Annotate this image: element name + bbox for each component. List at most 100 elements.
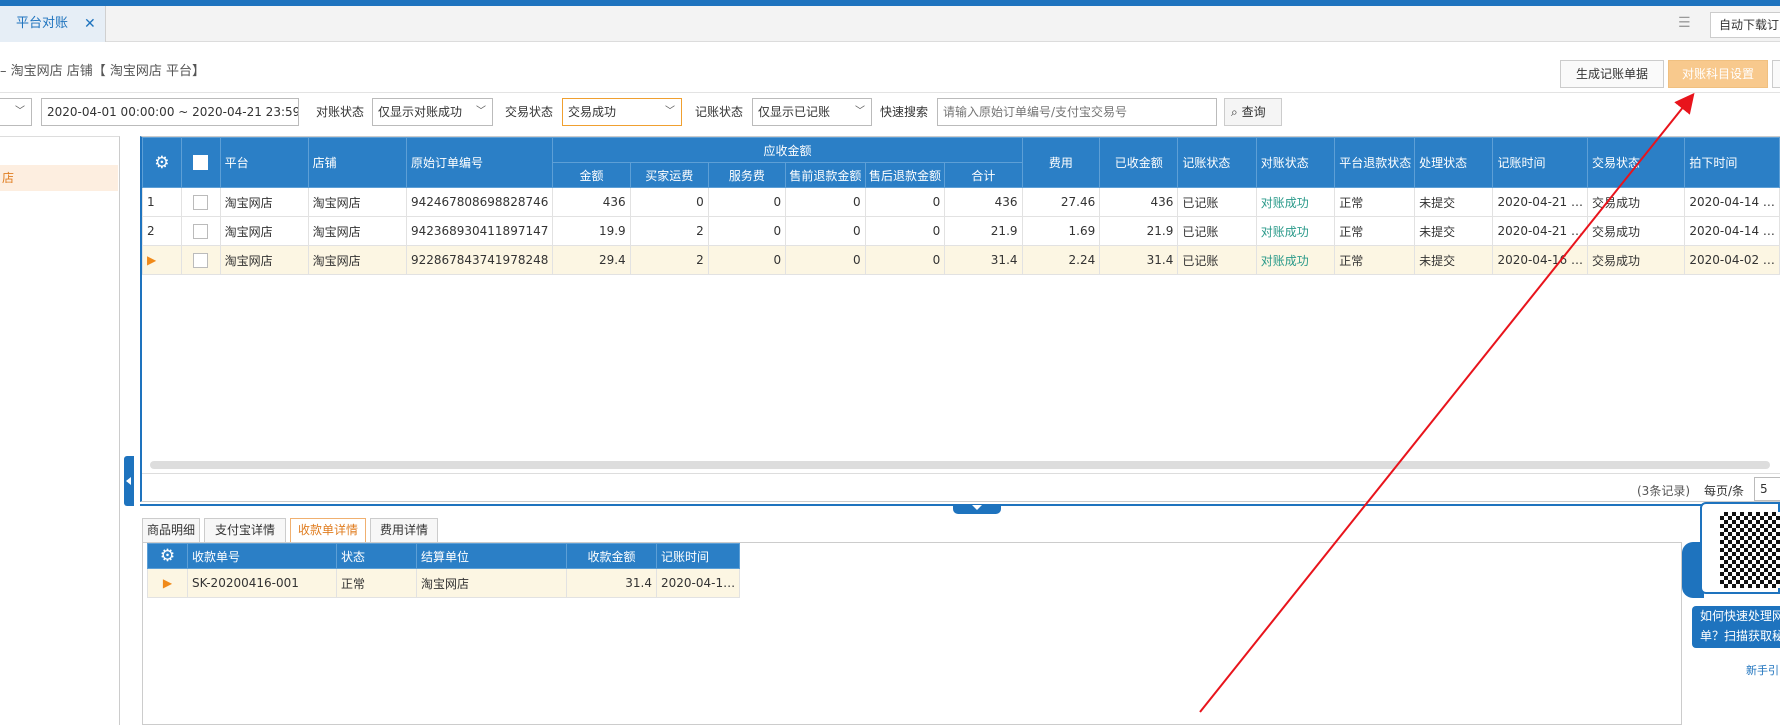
row-current-marker: ▶ [147,568,188,598]
quick-search-label: 快速搜索 [880,105,929,119]
left-tree-selected-item[interactable]: 店 [0,165,118,191]
gear-icon[interactable]: ⚙ [160,546,175,566]
reconcile-table: ⚙ 平台 店铺 原始订单编号 应收金额 费用 已收金额 记账状态 对账状态 平台… [142,137,1780,275]
cell-trade-status: 交易成功 [1586,187,1686,217]
recon-status-value: 仅显示对账成功 [378,105,463,119]
cell-recon-status[interactable]: 对账成功 [1255,216,1336,246]
select-all-cell[interactable] [180,137,221,188]
shop-select[interactable]: ﹀ [0,98,32,126]
trade-status-label: 交易状态 [505,105,554,119]
table-row-selected[interactable]: ▶ 淘宝网店 淘宝网店 922867843741978248 29.4 2 0 … [142,245,1780,275]
cell-booking-status: 已记账 [1177,245,1257,275]
col-order-no[interactable]: 原始订单编号 [405,137,554,188]
newbie-guide-link[interactable]: 新手引 [1746,662,1779,678]
cell-booking-time: 2020-04-21 … [1492,216,1588,246]
col-receipt-amount[interactable]: 收款金额 [566,543,657,569]
per-page-select[interactable]: 5 [1754,477,1780,501]
cell-pre-refund: 0 [785,187,866,217]
col-booking-status[interactable]: 记账状态 [1177,137,1257,188]
divider [0,92,1780,93]
toolbar-edge-button[interactable] [1772,60,1780,88]
recon-status-label: 对账状态 [316,105,365,119]
list-icon[interactable]: ☰ [1678,16,1696,30]
trade-status-select[interactable]: 交易成功 ﹀ [562,98,682,126]
col-pre-refund[interactable]: 售前退款金额 [785,162,866,188]
auto-download-button[interactable]: 自动下载订 [1710,12,1780,38]
col-booking-time[interactable]: 记账时间 [1492,137,1588,188]
col-trade-status[interactable]: 交易状态 [1586,137,1686,188]
col-settle-unit[interactable]: 结算单位 [416,543,567,569]
date-range-input[interactable]: 2020-04-01 00:00:00 ~ 2020-04-21 23:59:5… [41,98,299,126]
recon-status-select[interactable]: 仅显示对账成功 ﹀ [372,98,493,126]
generate-voucher-button[interactable]: 生成记账单据 [1560,60,1664,88]
col-service-fee[interactable]: 服务费 [707,162,787,188]
subject-settings-button[interactable]: 对账科目设置 [1668,60,1768,88]
cell-trade-status: 交易成功 [1586,245,1686,275]
row-current-marker: ▶ [142,245,182,275]
table-row-selected[interactable]: ▶ SK-20200416-001 正常 淘宝网店 31.4 2020-04-1… [147,568,741,598]
col-fee[interactable]: 费用 [1021,137,1101,188]
col-freight[interactable]: 买家运费 [629,162,709,188]
collapse-left-handle[interactable] [124,456,134,506]
query-button[interactable]: ⌕ 查询 [1224,98,1282,126]
table-row[interactable]: 2 淘宝网店 淘宝网店 942368930411897147 19.9 2 0 … [142,216,1780,246]
qr-promo-line1: 如何快速处理网 [1700,609,1780,623]
cell-refund-status: 正常 [1334,187,1416,217]
col-paid-time[interactable]: 拍下时间 [1684,137,1780,188]
select-all-checkbox[interactable] [193,155,209,170]
cell-paid-time: 2020-04-14 … [1684,216,1780,246]
close-icon[interactable]: ✕ [84,6,96,42]
col-receipt-time[interactable]: 记账时间 [655,543,741,569]
col-receipt-status[interactable]: 状态 [336,543,417,569]
receipt-grid-settings[interactable]: ⚙ [147,543,188,569]
cell-received: 436 [1099,187,1179,217]
col-shop[interactable]: 店铺 [307,137,407,188]
col-platform[interactable]: 平台 [219,137,309,188]
cell-freight: 2 [629,216,709,246]
qr-promo-widget[interactable]: 如何快速处理网 单？扫描获取秘 新手引 [1682,502,1780,684]
tab-receipt-detail[interactable]: 收款单详情 [290,518,366,542]
qr-promo-text[interactable]: 如何快速处理网 单？扫描获取秘 [1692,606,1780,648]
col-refund-status[interactable]: 平台退款状态 [1334,137,1416,188]
col-recon-status[interactable]: 对账状态 [1255,137,1336,188]
cell-paid-time: 2020-04-02 … [1684,245,1780,275]
tab-fee-detail[interactable]: 费用详情 [370,518,438,542]
filter-bar: ﹀ 2020-04-01 00:00:00 ~ 2020-04-21 23:59… [0,98,1780,126]
cell-booking-time: 2020-04-21 … [1492,187,1588,217]
booking-status-label: 记账状态 [695,105,744,119]
row-checkbox[interactable] [193,252,209,268]
cell-recon-status[interactable]: 对账成功 [1255,187,1336,217]
cell-receipt-status: 正常 [336,568,417,598]
splitter-toggle[interactable] [953,504,1001,514]
row-checkbox[interactable] [193,223,209,239]
row-checkbox-cell[interactable] [180,216,221,246]
row-checkbox-cell[interactable] [180,187,221,217]
tab-alipay-detail[interactable]: 支付宝详情 [204,518,286,542]
gear-icon[interactable]: ⚙ [154,153,169,173]
col-total[interactable]: 合计 [944,162,1023,188]
quick-search-input[interactable] [937,98,1217,126]
cell-recon-status[interactable]: 对账成功 [1255,245,1336,275]
cell-booking-status: 已记账 [1177,216,1257,246]
chevron-down-icon: ﹀ [15,106,25,117]
cell-received: 21.9 [1099,216,1179,246]
row-checkbox[interactable] [193,194,209,210]
horizontal-scrollbar[interactable] [150,461,1770,469]
table-row[interactable]: 1 淘宝网店 淘宝网店 942467808698828746 436 0 0 0… [142,187,1780,217]
col-receipt-no[interactable]: 收款单号 [187,543,337,569]
col-process-status[interactable]: 处理状态 [1414,137,1494,188]
col-received[interactable]: 已收金额 [1099,137,1179,188]
cell-platform: 淘宝网店 [219,187,309,217]
booking-status-select[interactable]: 仅显示已记账 ﹀ [752,98,872,126]
cell-shop: 淘宝网店 [307,216,407,246]
col-amount[interactable]: 金额 [552,162,631,188]
tab-goods-detail[interactable]: 商品明细 [142,518,200,542]
cell-fee: 1.69 [1021,216,1101,246]
tab-strip: 平台对账 ✕ ☰ 自动下载订 [0,6,1780,42]
receipt-table: ⚙ 收款单号 状态 结算单位 收款金额 记账时间 ▶ SK-20200416-0… [147,543,741,598]
col-post-refund[interactable]: 售后退款金额 [864,162,946,188]
cell-receipt-amount: 31.4 [566,568,657,598]
cell-process-status: 未提交 [1414,216,1494,246]
row-checkbox-cell[interactable] [180,245,221,275]
grid-settings-cell[interactable]: ⚙ [142,137,182,188]
